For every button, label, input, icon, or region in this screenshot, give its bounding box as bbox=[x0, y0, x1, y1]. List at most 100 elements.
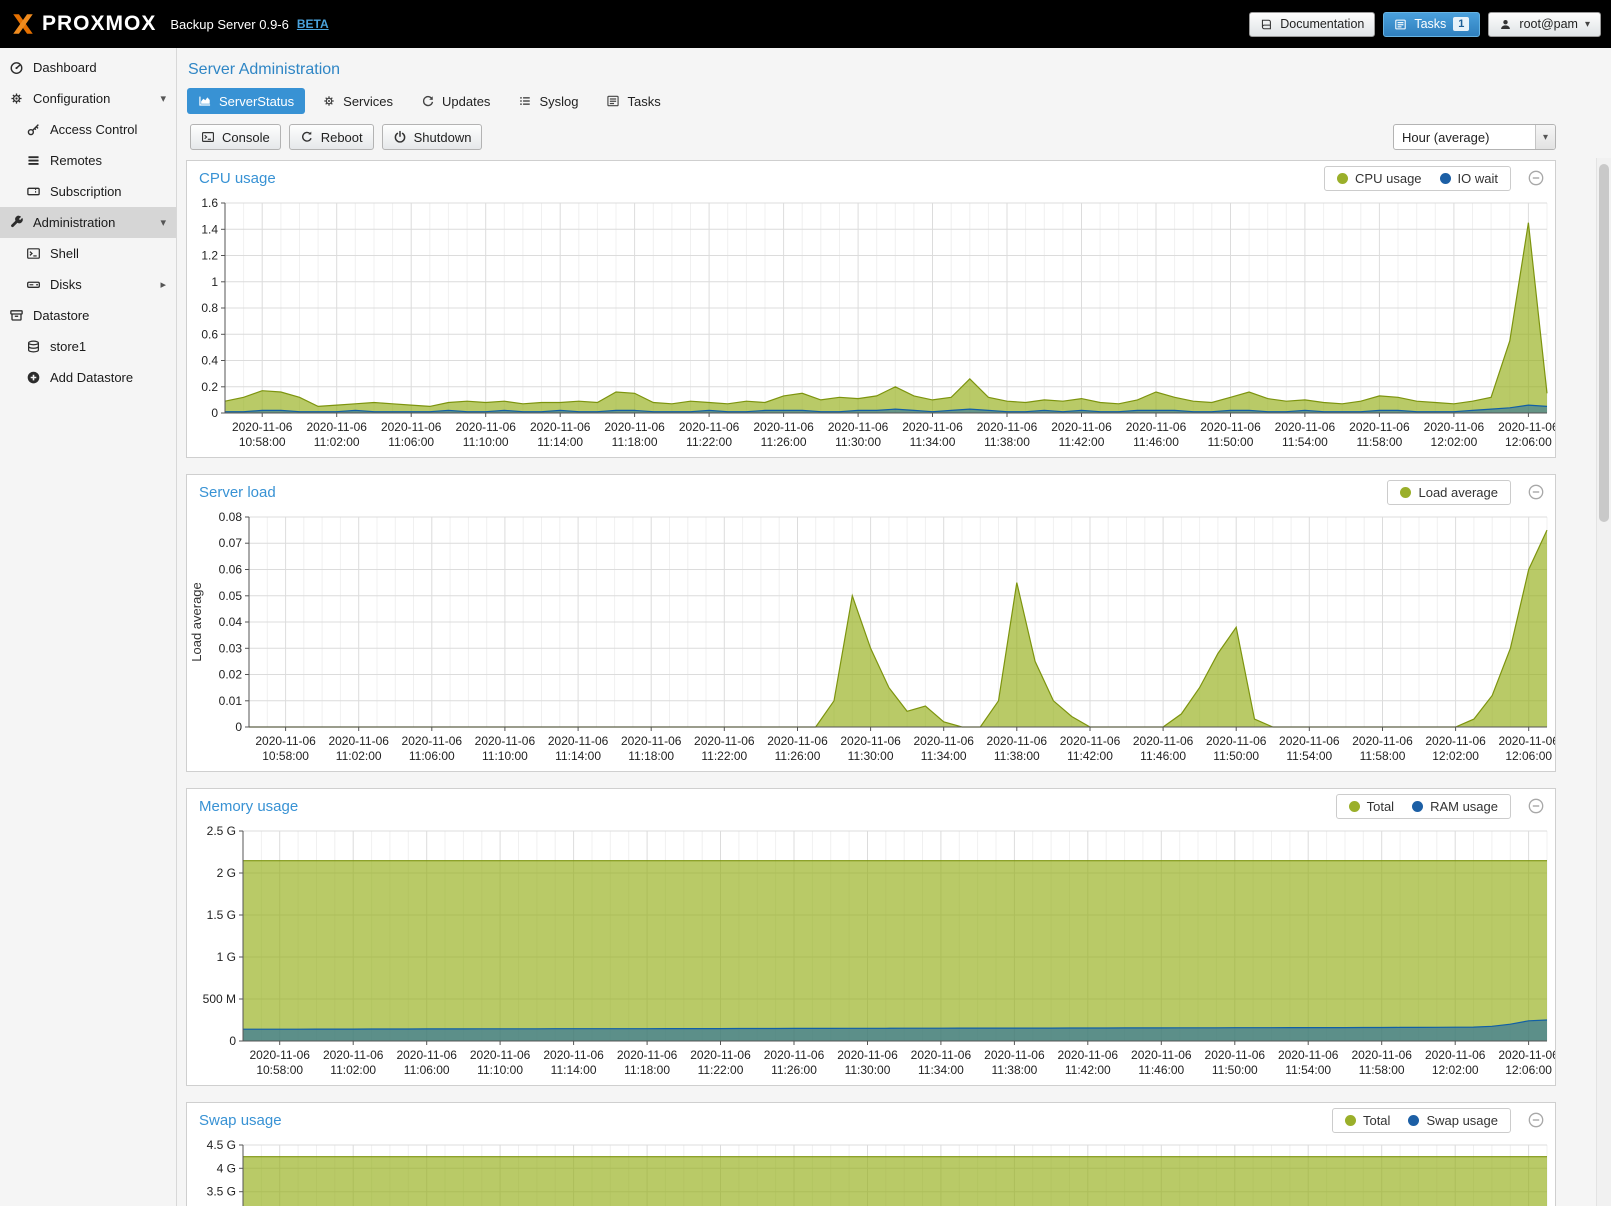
svg-text:0.08: 0.08 bbox=[219, 510, 243, 524]
svg-text:2020-11-06: 2020-11-06 bbox=[840, 734, 901, 748]
chart-svg-memory: 0500 M1 G1.5 G2 G2.5 G2020-11-0610:58:00… bbox=[187, 823, 1555, 1085]
documentation-button[interactable]: Documentation bbox=[1249, 12, 1375, 37]
svg-text:3.5 G: 3.5 G bbox=[207, 1185, 236, 1199]
sidebar-item-disks[interactable]: Disks▸ bbox=[0, 269, 176, 300]
shutdown-button[interactable]: Shutdown bbox=[382, 124, 483, 150]
svg-text:2020-11-06: 2020-11-06 bbox=[837, 1048, 898, 1062]
sidebar-item-label: Shell bbox=[50, 246, 79, 261]
reboot-icon bbox=[300, 130, 314, 144]
svg-text:11:42:00: 11:42:00 bbox=[1059, 435, 1105, 449]
tab-updates[interactable]: Updates bbox=[410, 88, 501, 114]
svg-text:2020-11-06: 2020-11-06 bbox=[470, 1048, 531, 1062]
legend-label: Swap usage bbox=[1426, 1113, 1498, 1128]
sidebar-item-remotes[interactable]: Remotes bbox=[0, 145, 176, 176]
sidebar-item-label: Configuration bbox=[33, 91, 110, 106]
svg-text:11:06:00: 11:06:00 bbox=[388, 435, 434, 449]
svg-text:11:30:00: 11:30:00 bbox=[845, 1063, 891, 1077]
svg-text:2020-11-06: 2020-11-06 bbox=[913, 734, 974, 748]
tab-serverstatus[interactable]: ServerStatus bbox=[187, 88, 305, 114]
svg-text:2020-11-06: 2020-11-06 bbox=[679, 420, 740, 434]
gauge-icon bbox=[9, 60, 24, 75]
collapse-icon[interactable] bbox=[1528, 1112, 1544, 1128]
reboot-button[interactable]: Reboot bbox=[289, 124, 374, 150]
reboot-icon bbox=[300, 130, 314, 144]
svg-text:2020-11-06: 2020-11-06 bbox=[1425, 734, 1486, 748]
collapse-icon[interactable] bbox=[1528, 170, 1544, 186]
svg-text:2020-11-06: 2020-11-06 bbox=[694, 734, 755, 748]
timeframe-value: Hour (average) bbox=[1394, 130, 1535, 145]
svg-text:2020-11-06: 2020-11-06 bbox=[1425, 1048, 1486, 1062]
tasks-button[interactable]: Tasks 1 bbox=[1383, 12, 1480, 37]
sidebar-item-label: Dashboard bbox=[33, 60, 97, 75]
svg-text:11:38:00: 11:38:00 bbox=[991, 1063, 1037, 1077]
combo-arrow-icon[interactable]: ▾ bbox=[1535, 125, 1555, 149]
svg-text:11:38:00: 11:38:00 bbox=[994, 749, 1040, 763]
sidebar-item-subscription[interactable]: Subscription bbox=[0, 176, 176, 207]
svg-text:2020-11-06: 2020-11-06 bbox=[1058, 1048, 1119, 1062]
svg-text:2020-11-06: 2020-11-06 bbox=[396, 1048, 457, 1062]
svg-text:11:22:00: 11:22:00 bbox=[701, 749, 747, 763]
caret-down-icon: ▾ bbox=[1585, 19, 1590, 30]
header-buttons: Documentation Tasks 1 root@pam ▾ bbox=[1249, 12, 1601, 37]
svg-text:12:02:00: 12:02:00 bbox=[1431, 435, 1478, 449]
panel-title: Server load bbox=[199, 484, 276, 501]
console-button[interactable]: Console bbox=[190, 124, 281, 150]
caret-down-icon: ▾ bbox=[160, 216, 166, 229]
tab-syslog[interactable]: Syslog bbox=[507, 88, 589, 114]
svg-text:11:46:00: 11:46:00 bbox=[1133, 435, 1179, 449]
chart-svg-cpu: 00.20.40.60.811.21.41.62020-11-0610:58:0… bbox=[187, 195, 1555, 457]
svg-text:11:58:00: 11:58:00 bbox=[1359, 1063, 1405, 1077]
scrollbar-thumb[interactable] bbox=[1599, 164, 1609, 522]
sidebar-item-access-control[interactable]: Access Control bbox=[0, 114, 176, 145]
sidebar-item-dashboard[interactable]: Dashboard bbox=[0, 52, 176, 83]
user-icon bbox=[1499, 18, 1512, 31]
collapse-icon[interactable] bbox=[1528, 798, 1544, 814]
chart-memory: 0500 M1 G1.5 G2 G2.5 G2020-11-0610:58:00… bbox=[187, 823, 1555, 1085]
sidebar-item-label: Remotes bbox=[50, 153, 102, 168]
svg-text:11:26:00: 11:26:00 bbox=[775, 749, 821, 763]
svg-text:2020-11-06: 2020-11-06 bbox=[475, 734, 536, 748]
svg-text:4 G: 4 G bbox=[217, 1161, 236, 1175]
sidebar-item-label: Add Datastore bbox=[50, 370, 133, 385]
sidebar-item-configuration[interactable]: Configuration▾ bbox=[0, 83, 176, 114]
svg-text:11:50:00: 11:50:00 bbox=[1208, 435, 1254, 449]
sidebar-item-shell[interactable]: Shell bbox=[0, 238, 176, 269]
svg-text:2 G: 2 G bbox=[217, 866, 236, 880]
panel-header: Server loadLoad average bbox=[187, 475, 1555, 509]
svg-text:11:10:00: 11:10:00 bbox=[477, 1063, 523, 1077]
plus-circle-icon bbox=[26, 370, 41, 385]
sidebar-item-administration[interactable]: Administration▾ bbox=[0, 207, 176, 238]
svg-text:11:06:00: 11:06:00 bbox=[404, 1063, 450, 1077]
timeframe-select[interactable]: Hour (average) ▾ bbox=[1393, 124, 1556, 150]
svg-text:2020-11-06: 2020-11-06 bbox=[1424, 420, 1485, 434]
svg-text:10:58:00: 10:58:00 bbox=[239, 435, 286, 449]
svg-text:11:54:00: 11:54:00 bbox=[1286, 749, 1332, 763]
user-menu-button[interactable]: root@pam ▾ bbox=[1488, 12, 1601, 37]
area-chart-icon bbox=[198, 94, 212, 108]
svg-text:2020-11-06: 2020-11-06 bbox=[1352, 734, 1413, 748]
panel-title: Memory usage bbox=[199, 798, 298, 815]
sidebar-item-datastore[interactable]: Datastore bbox=[0, 300, 176, 331]
collapse-icon[interactable] bbox=[1528, 484, 1544, 500]
tab-label: Syslog bbox=[539, 94, 578, 109]
svg-text:11:26:00: 11:26:00 bbox=[761, 435, 807, 449]
svg-text:2020-11-06: 2020-11-06 bbox=[690, 1048, 751, 1062]
gears-icon bbox=[9, 91, 24, 106]
terminal-icon bbox=[201, 130, 215, 144]
tab-services[interactable]: Services bbox=[311, 88, 404, 114]
svg-text:1 G: 1 G bbox=[217, 950, 236, 964]
svg-text:2020-11-06: 2020-11-06 bbox=[1131, 1048, 1192, 1062]
legend-dot bbox=[1412, 801, 1423, 812]
vertical-scrollbar[interactable] bbox=[1596, 158, 1611, 1206]
svg-text:11:46:00: 11:46:00 bbox=[1140, 749, 1186, 763]
legend-item: Total bbox=[1349, 799, 1394, 814]
top-header: PROXMOX Backup Server 0.9-6 BETA Documen… bbox=[0, 0, 1611, 48]
sidebar-item-store1[interactable]: store1 bbox=[0, 331, 176, 362]
svg-text:12:06:00: 12:06:00 bbox=[1505, 749, 1552, 763]
sidebar-item-add-datastore[interactable]: Add Datastore bbox=[0, 362, 176, 393]
chart-cpu: 00.20.40.60.811.21.41.62020-11-0610:58:0… bbox=[187, 195, 1555, 457]
tab-tasks[interactable]: Tasks bbox=[595, 88, 671, 114]
tasks-icon bbox=[1394, 18, 1407, 31]
disk-icon bbox=[26, 277, 41, 292]
beta-link[interactable]: BETA bbox=[297, 17, 329, 31]
